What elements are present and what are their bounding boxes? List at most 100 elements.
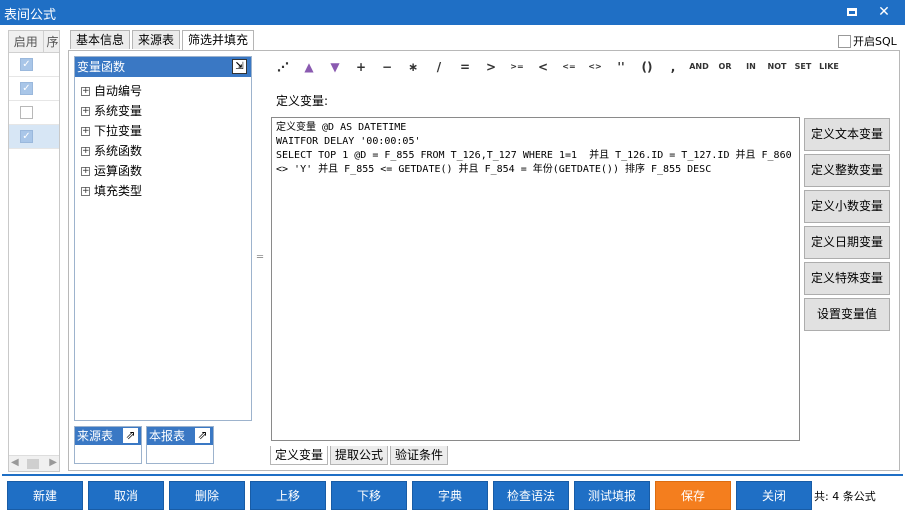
op-minus[interactable]: − xyxy=(374,56,400,78)
expand-icon[interactable]: + xyxy=(81,106,90,116)
title-bar: 表间公式 ✕ xyxy=(0,0,905,25)
tree-title: 变量函数 xyxy=(77,60,126,74)
tab-define-variable[interactable]: 定义变量 xyxy=(270,446,329,465)
op-less-equal[interactable]: <= xyxy=(556,56,582,78)
tree-header: 变量函数 ⇲ xyxy=(75,57,251,77)
table-row[interactable]: ✓ xyxy=(9,53,59,77)
define-special-variable-button[interactable]: 定义特殊变量 xyxy=(804,262,890,295)
source-table-label: 来源表 xyxy=(77,429,114,443)
define-variable-label: 定义变量: xyxy=(276,94,329,108)
horizontal-scrollbar[interactable]: ◀ ▶ xyxy=(9,455,59,471)
close-dialog-button[interactable]: 关闭 xyxy=(736,481,812,510)
top-tabs: 基本信息 来源表 筛选并填充 xyxy=(70,30,256,50)
popout-icon[interactable]: ⇗ xyxy=(195,428,210,443)
table-row[interactable]: ✓ xyxy=(9,77,59,101)
enabled-checkbox[interactable] xyxy=(20,106,33,119)
enabled-checkbox[interactable]: ✓ xyxy=(20,82,33,95)
set-variable-value-button[interactable]: 设置变量值 xyxy=(804,298,890,331)
define-integer-variable-button[interactable]: 定义整数变量 xyxy=(804,154,890,187)
tree-item-system-variable[interactable]: + 系统变量 xyxy=(75,101,251,121)
window-title: 表间公式 xyxy=(4,8,57,23)
test-fill-button[interactable]: 测试填报 xyxy=(574,481,650,510)
popout-icon[interactable]: ⇗ xyxy=(123,428,138,443)
sql-toggle[interactable]: 开启SQL xyxy=(838,33,897,49)
format-icon[interactable]: ⋰ xyxy=(270,56,296,78)
tree-item-auto-number[interactable]: + 自动编号 xyxy=(75,81,251,101)
define-decimal-variable-button[interactable]: 定义小数变量 xyxy=(804,190,890,223)
splitter-handle[interactable]: ═ xyxy=(255,253,265,264)
variable-buttons: 定义文本变量 定义整数变量 定义小数变量 定义日期变量 定义特殊变量 设置变量值 xyxy=(804,118,890,334)
op-parens[interactable]: () xyxy=(634,56,660,78)
op-not[interactable]: NOT xyxy=(764,56,790,78)
op-like[interactable]: LIKE xyxy=(816,56,842,78)
expand-icon[interactable]: + xyxy=(81,166,90,176)
new-button[interactable]: 新建 xyxy=(7,481,83,510)
op-comma[interactable]: , xyxy=(660,56,686,78)
formula-list-grid: 启用 序 ✓ ✓ ✓ ◀ ▶ xyxy=(8,30,60,472)
collapse-icon[interactable]: ⇲ xyxy=(232,59,247,74)
enabled-checkbox[interactable]: ✓ xyxy=(20,58,33,71)
expand-icon[interactable]: + xyxy=(81,146,90,156)
check-syntax-button[interactable]: 检查语法 xyxy=(493,481,569,510)
op-or[interactable]: OR xyxy=(712,56,738,78)
col-enabled-header: 启用 xyxy=(9,31,44,52)
close-button[interactable]: ✕ xyxy=(874,3,894,21)
move-down-icon[interactable]: ▼ xyxy=(322,56,348,78)
define-date-variable-button[interactable]: 定义日期变量 xyxy=(804,226,890,259)
table-row[interactable]: ✓ xyxy=(9,125,59,149)
expand-icon[interactable]: + xyxy=(81,126,90,136)
cancel-button[interactable]: 取消 xyxy=(88,481,164,510)
tab-filter-fill[interactable]: 筛选并填充 xyxy=(182,30,255,50)
divider xyxy=(2,474,903,476)
this-report-panel: 本报表 ⇗ xyxy=(146,426,214,464)
op-greater[interactable]: > xyxy=(478,56,504,78)
formula-count: 共: 4 条公式 xyxy=(814,490,876,503)
scroll-right-icon[interactable]: ▶ xyxy=(49,457,57,468)
maximize-button[interactable] xyxy=(842,3,862,21)
enabled-checkbox[interactable]: ✓ xyxy=(20,130,33,143)
tree-item-dropdown-variable[interactable]: + 下拉变量 xyxy=(75,121,251,141)
sql-toggle-label: 开启SQL xyxy=(853,35,897,48)
source-table-panel: 来源表 ⇗ xyxy=(74,426,142,464)
action-bar: 新建 取消 删除 上移 下移 字典 检查语法 测试填报 保存 关闭 xyxy=(7,481,817,510)
close-icon: ✕ xyxy=(878,4,890,20)
tab-source-table[interactable]: 来源表 xyxy=(132,30,181,49)
op-plus[interactable]: + xyxy=(348,56,374,78)
scroll-thumb[interactable] xyxy=(27,459,39,469)
maximize-icon xyxy=(847,8,857,16)
sql-checkbox[interactable] xyxy=(838,34,851,48)
operator-toolbar: ⋰ ▲ ▼ + − ∗ / = > >= < <= <> '' () , AND… xyxy=(270,56,842,78)
dictionary-button[interactable]: 字典 xyxy=(412,481,488,510)
scroll-left-icon[interactable]: ◀ xyxy=(11,457,19,468)
table-row[interactable] xyxy=(9,101,59,125)
tab-extract-formula[interactable]: 提取公式 xyxy=(330,446,389,465)
expand-icon[interactable]: + xyxy=(81,86,90,96)
move-up-button[interactable]: 上移 xyxy=(250,481,326,510)
op-and[interactable]: AND xyxy=(686,56,712,78)
tab-basic-info[interactable]: 基本信息 xyxy=(70,30,131,49)
move-down-button[interactable]: 下移 xyxy=(331,481,407,510)
tab-validate-condition[interactable]: 验证条件 xyxy=(390,446,449,465)
save-button[interactable]: 保存 xyxy=(655,481,731,510)
variable-function-tree: 变量函数 ⇲ + 自动编号 + 系统变量 + 下拉变量 + 系统函数 + 运算函数 + 填充… xyxy=(74,56,252,421)
op-not-equal[interactable]: <> xyxy=(582,56,608,78)
expand-icon[interactable]: + xyxy=(81,186,90,196)
bottom-tabs: 定义变量 提取公式 验证条件 xyxy=(270,446,450,465)
op-greater-equal[interactable]: >= xyxy=(504,56,530,78)
op-less[interactable]: < xyxy=(530,56,556,78)
formula-editor[interactable]: 定义变量 @D AS DATETIME WAITFOR DELAY '00:00… xyxy=(271,117,800,441)
tree-item-fill-type[interactable]: + 填充类型 xyxy=(75,181,251,201)
col-seq-header: 序 xyxy=(46,35,59,49)
grid-header: 启用 序 xyxy=(9,31,59,53)
tree-item-operation-function[interactable]: + 运算函数 xyxy=(75,161,251,181)
delete-button[interactable]: 删除 xyxy=(169,481,245,510)
define-text-variable-button[interactable]: 定义文本变量 xyxy=(804,118,890,151)
op-in[interactable]: IN xyxy=(738,56,764,78)
tree-item-system-function[interactable]: + 系统函数 xyxy=(75,141,251,161)
op-set[interactable]: SET xyxy=(790,56,816,78)
op-equal[interactable]: = xyxy=(452,56,478,78)
op-divide[interactable]: / xyxy=(426,56,452,78)
op-quotes[interactable]: '' xyxy=(608,56,634,78)
op-multiply[interactable]: ∗ xyxy=(400,56,426,78)
move-up-icon[interactable]: ▲ xyxy=(296,56,322,78)
